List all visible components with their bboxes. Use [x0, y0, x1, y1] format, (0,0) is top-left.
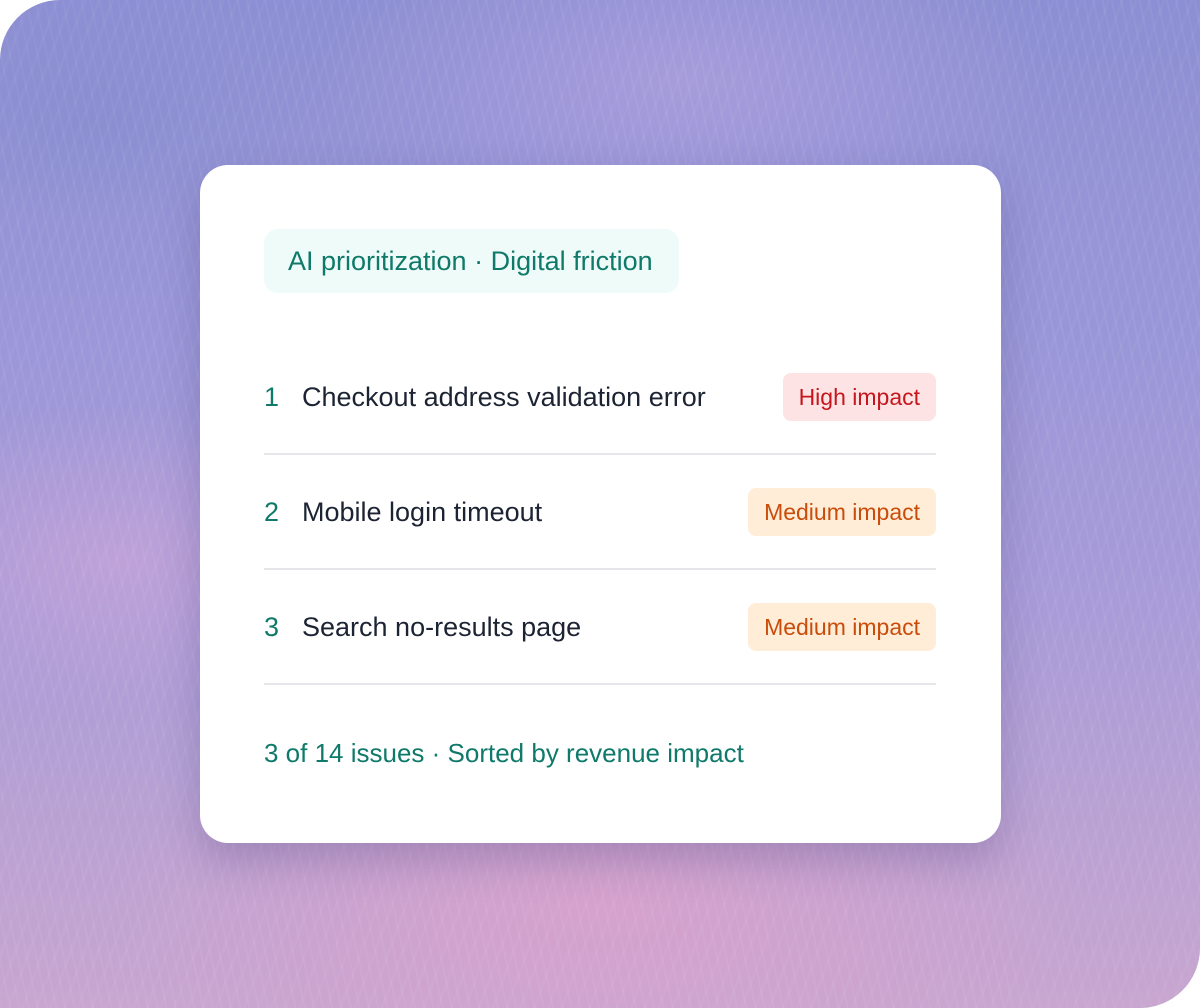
issue-row[interactable]: 2 Mobile login timeout Medium impact — [264, 455, 936, 570]
issue-list: 1 Checkout address validation error High… — [264, 340, 936, 685]
issue-title: Mobile login timeout — [302, 497, 543, 527]
issue-rank: 2 — [264, 497, 280, 527]
sky-background: AI prioritization · Digital friction 1 C… — [0, 0, 1200, 1008]
prioritization-card: AI prioritization · Digital friction 1 C… — [200, 165, 1001, 843]
issue-row[interactable]: 3 Search no-results page Medium impact — [264, 570, 936, 685]
card-header-pill: AI prioritization · Digital friction — [264, 229, 679, 293]
impact-badge-medium: Medium impact — [748, 488, 936, 536]
impact-badge-high: High impact — [782, 373, 936, 421]
issue-row[interactable]: 1 Checkout address validation error High… — [264, 340, 936, 455]
issue-rank: 1 — [264, 382, 280, 412]
card-footer-summary: 3 of 14 issues · Sorted by revenue impac… — [264, 738, 744, 768]
issue-title: Checkout address validation error — [302, 382, 706, 412]
issue-rank: 3 — [264, 612, 280, 642]
impact-badge-medium: Medium impact — [748, 603, 936, 651]
issue-title: Search no-results page — [302, 612, 582, 642]
